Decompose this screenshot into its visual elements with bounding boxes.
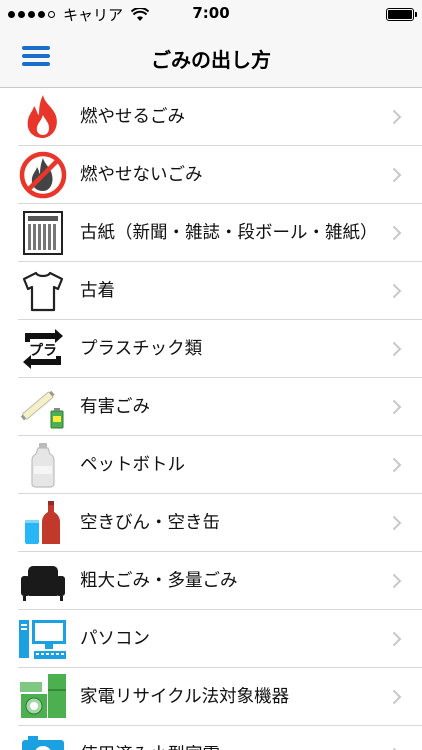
garbage-category-list: 燃やせるごみ 燃やせないごみ 古紙（新聞・雑誌・段ボール・雑紙） 古着 プラ プ… (0, 88, 422, 750)
list-item-label: 空きびん・空き缶 (80, 513, 220, 533)
status-bar: キャリア 7:00 (0, 0, 422, 28)
list-item-computer[interactable]: パソコン (0, 610, 422, 668)
camera-icon (18, 730, 68, 750)
status-time: 7:00 (192, 4, 230, 22)
list-item-label: ペットボトル (80, 455, 185, 475)
appliance-icon (18, 672, 68, 722)
list-item-bottle-can[interactable]: 空きびん・空き缶 (0, 494, 422, 552)
list-item-label: 燃やせるごみ (80, 107, 185, 127)
list-item-non-burnable[interactable]: 燃やせないごみ (0, 146, 422, 204)
list-item-old-clothes[interactable]: 古着 (0, 262, 422, 320)
list-item-label: 家電リサイクル法対象機器 (80, 687, 290, 707)
sofa-icon (18, 556, 68, 606)
list-item-oversized[interactable]: 粗大ごみ・多量ごみ (0, 552, 422, 610)
tshirt-icon (18, 266, 68, 316)
list-item-label: 燃やせないごみ (80, 165, 203, 185)
computer-icon (18, 614, 68, 664)
chevron-right-icon (392, 225, 402, 241)
chevron-right-icon (392, 457, 402, 473)
page-title: ごみの出し方 (151, 48, 271, 72)
chevron-right-icon (392, 283, 402, 299)
list-item-pet-bottle[interactable]: ペットボトル (0, 436, 422, 494)
chevron-right-icon (392, 399, 402, 415)
list-item-hazardous[interactable]: 有害ごみ (0, 378, 422, 436)
chevron-right-icon (392, 631, 402, 647)
list-item-burnable[interactable]: 燃やせるごみ (0, 88, 422, 146)
flame-icon (18, 92, 68, 142)
no-burn-icon (18, 150, 68, 200)
chevron-right-icon (392, 109, 402, 125)
list-item-label: 使用済み小型家電 (80, 726, 378, 750)
pet-bottle-icon (18, 440, 68, 490)
chevron-right-icon (392, 167, 402, 183)
list-item-plastic[interactable]: プラ プラスチック類 (0, 320, 422, 378)
hazardous-icon (18, 382, 68, 432)
chevron-right-icon (392, 689, 402, 705)
list-item-small-appliance[interactable]: 使用済み小型家電 (0, 726, 422, 750)
list-item-home-appliance[interactable]: 家電リサイクル法対象機器 (0, 668, 422, 726)
list-item-label: 有害ごみ (80, 397, 150, 417)
list-item-label: 粗大ごみ・多量ごみ (80, 571, 238, 591)
list-item-label: 古紙（新聞・雑誌・段ボール・雑紙） (80, 223, 378, 243)
svg-text:プラ: プラ (29, 343, 57, 359)
navigation-bar: ごみの出し方 (0, 28, 422, 88)
bottle-can-icon (18, 498, 68, 548)
battery-icon (386, 8, 417, 21)
list-item-paper[interactable]: 古紙（新聞・雑誌・段ボール・雑紙） (0, 204, 422, 262)
plastic-recycle-icon: プラ (18, 324, 68, 374)
chevron-right-icon (392, 341, 402, 357)
list-item-label: パソコン (80, 629, 150, 649)
chevron-right-icon (392, 515, 402, 531)
list-item-label: 古着 (80, 281, 115, 301)
chevron-right-icon (392, 573, 402, 589)
newspaper-icon (18, 208, 68, 258)
list-item-label: プラスチック類 (80, 339, 203, 359)
